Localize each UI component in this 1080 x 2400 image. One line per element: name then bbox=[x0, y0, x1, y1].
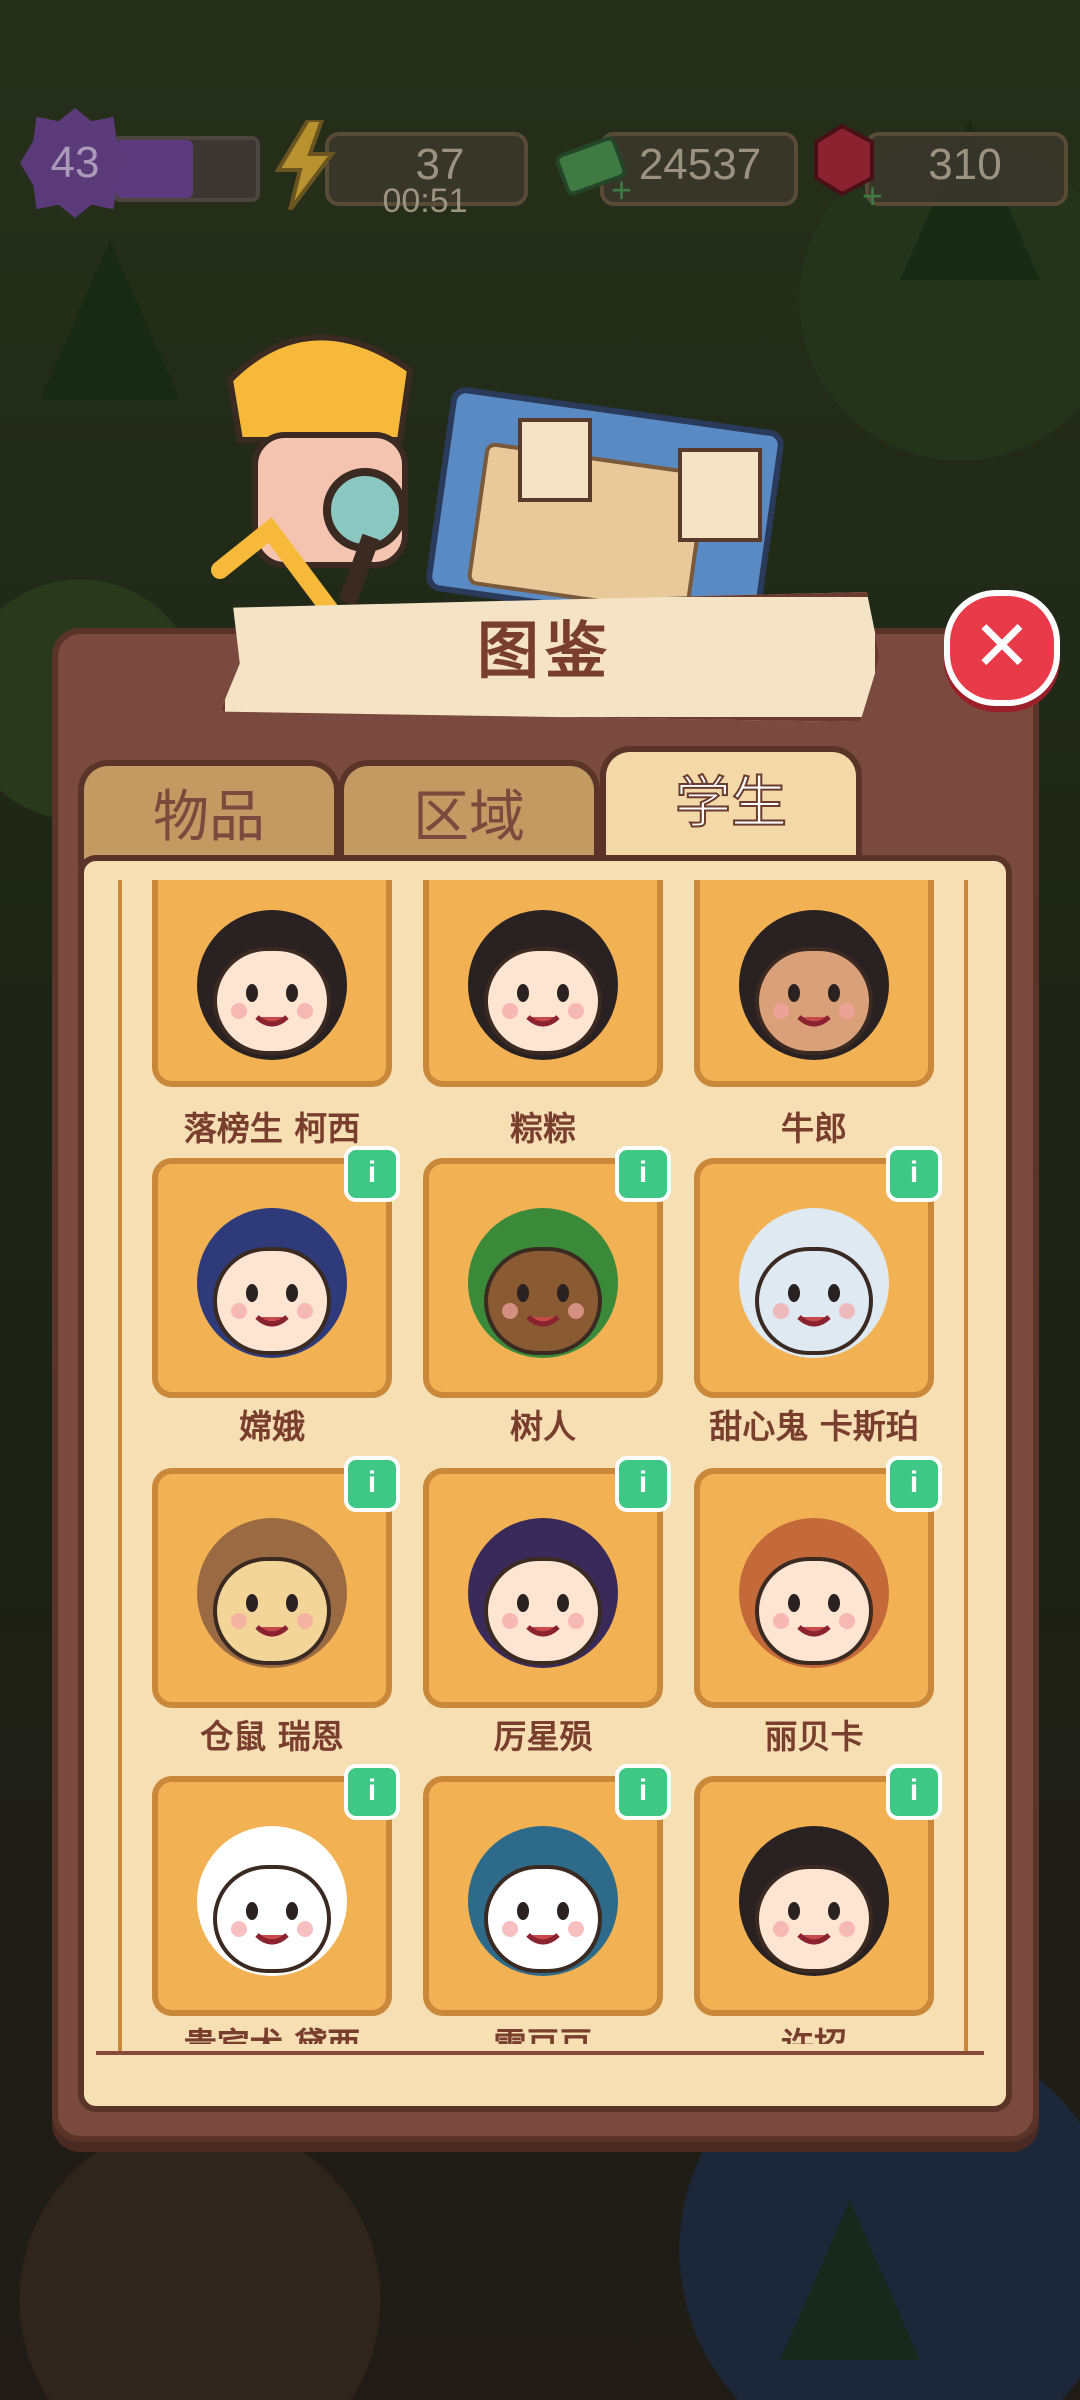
student-name: 仓鼠 瑞恩 bbox=[200, 1717, 344, 1756]
student-card[interactable]: i bbox=[694, 1456, 942, 1708]
student-name: 牛郎 bbox=[781, 1109, 847, 1148]
gems-value: 310 bbox=[928, 140, 1002, 189]
energy-timer: 00:51 bbox=[382, 182, 468, 220]
grid-bottom-divider bbox=[96, 2051, 984, 2055]
info-icon[interactable]: i bbox=[615, 1456, 671, 1512]
info-icon[interactable]: i bbox=[886, 1146, 942, 1202]
student-card[interactable]: i bbox=[152, 1764, 400, 2016]
student-name: 许招 bbox=[664, 2018, 964, 2044]
student-name: 贵宾犬 黛西 bbox=[122, 2018, 422, 2044]
student-face bbox=[755, 1556, 873, 1665]
info-icon[interactable]: i bbox=[615, 1146, 671, 1202]
student-name: 甜心鬼 卡斯珀 bbox=[709, 1407, 919, 1446]
xp-progress-bar bbox=[112, 136, 260, 202]
student-face bbox=[755, 1246, 873, 1355]
lightning-icon bbox=[274, 120, 336, 210]
student-card[interactable]: i bbox=[423, 1456, 671, 1708]
student-face bbox=[484, 946, 602, 1055]
info-icon[interactable]: i bbox=[615, 1764, 671, 1820]
student-card[interactable] bbox=[152, 880, 392, 1087]
close-icon: ✕ bbox=[972, 605, 1032, 687]
student-card[interactable]: i bbox=[694, 1764, 942, 2016]
student-name: 雪豆豆 bbox=[393, 2018, 693, 2044]
level-value: 43 bbox=[50, 138, 100, 187]
info-icon[interactable]: i bbox=[886, 1456, 942, 1512]
student-name: 嫦娥 bbox=[239, 1407, 305, 1446]
student-face bbox=[213, 1246, 331, 1355]
student-face bbox=[755, 946, 873, 1055]
info-icon[interactable]: i bbox=[344, 1764, 400, 1820]
cash-value: 24537 bbox=[638, 140, 762, 189]
student-card[interactable] bbox=[694, 880, 934, 1087]
info-icon[interactable]: i bbox=[344, 1146, 400, 1202]
student-card[interactable] bbox=[423, 880, 663, 1087]
panel-title: 图鉴 bbox=[476, 614, 613, 687]
student-face bbox=[484, 1556, 602, 1665]
student-name: 丽贝卡 bbox=[764, 1717, 864, 1756]
close-button[interactable]: ✕ bbox=[944, 590, 1060, 706]
tab-students[interactable]: 学生 bbox=[600, 746, 862, 864]
student-face bbox=[484, 1246, 602, 1355]
detective-mascot-illustration bbox=[211, 334, 784, 630]
student-face bbox=[213, 1556, 331, 1665]
student-name: 树人 bbox=[510, 1407, 576, 1446]
student-face bbox=[213, 1864, 331, 1973]
student-portrait-frame bbox=[694, 880, 934, 1087]
student-card[interactable]: i bbox=[423, 1146, 671, 1398]
student-card[interactable]: i bbox=[152, 1456, 400, 1708]
student-card[interactable]: i bbox=[423, 1764, 671, 2016]
student-portrait-frame bbox=[152, 880, 392, 1087]
info-icon[interactable]: i bbox=[344, 1456, 400, 1512]
student-card[interactable]: i bbox=[694, 1146, 942, 1398]
student-name: 粽粽 bbox=[510, 1109, 576, 1148]
student-name: 厉星殒 bbox=[493, 1717, 593, 1756]
student-portrait-frame bbox=[423, 880, 663, 1087]
student-name: 落榜生 柯西 bbox=[183, 1109, 361, 1148]
student-face bbox=[755, 1864, 873, 1973]
student-face bbox=[213, 946, 331, 1055]
student-face bbox=[484, 1864, 602, 1973]
student-card[interactable]: i bbox=[152, 1146, 400, 1398]
info-icon[interactable]: i bbox=[886, 1764, 942, 1820]
